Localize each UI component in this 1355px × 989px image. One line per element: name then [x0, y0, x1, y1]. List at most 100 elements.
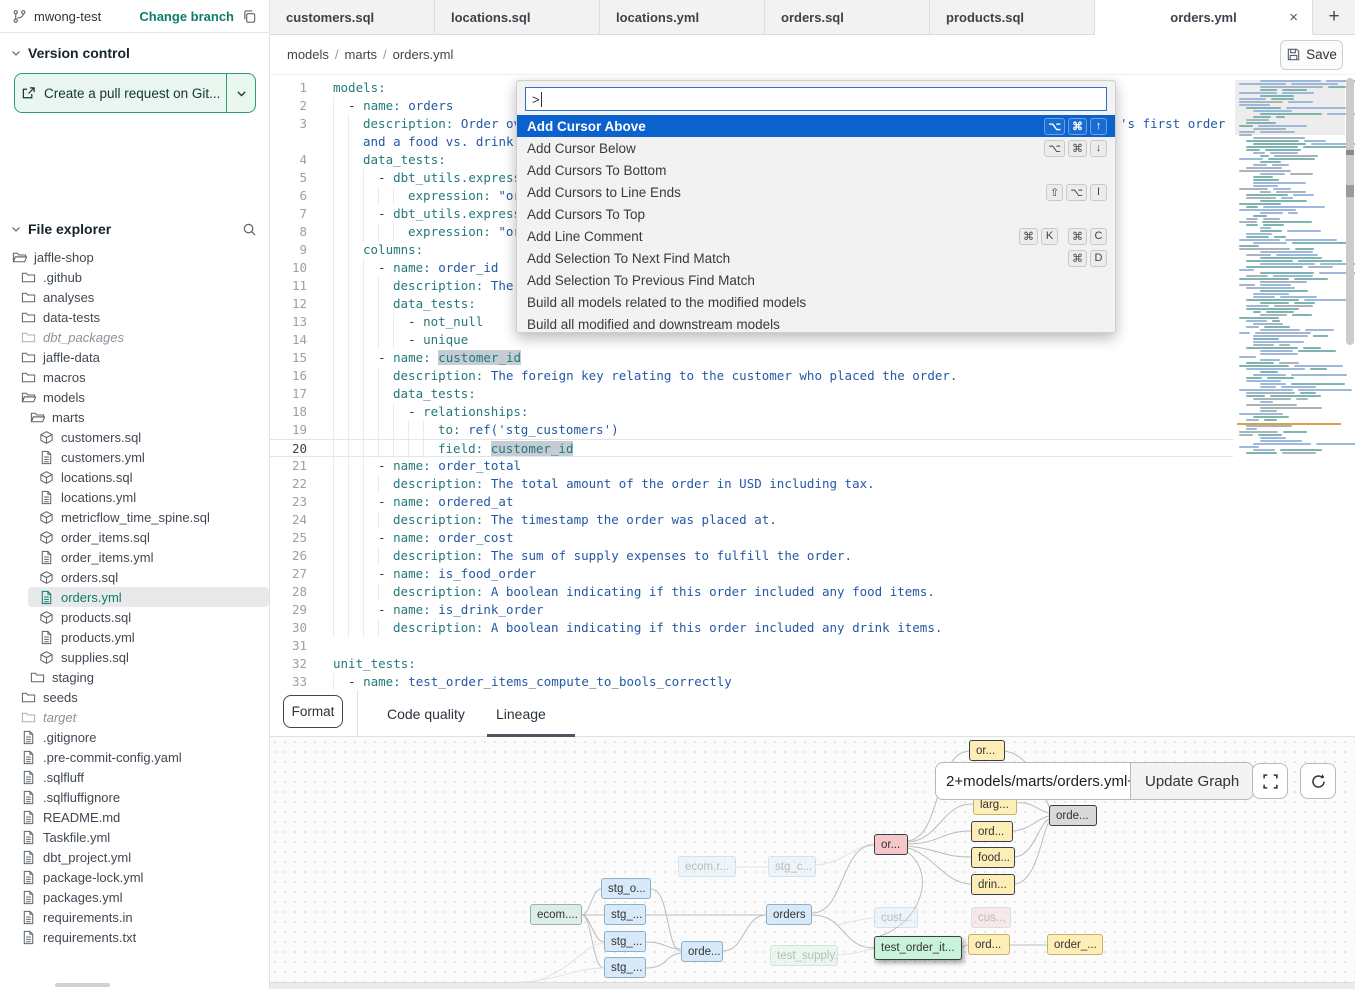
lineage-node-stg-c-[interactable]: stg_c...	[768, 856, 816, 877]
file-tab-customers-sql[interactable]: customers.sql	[270, 0, 435, 35]
code-line-27[interactable]: 27- name: is_food_order	[270, 565, 1233, 583]
update-graph-button[interactable]: Update Graph	[1130, 762, 1254, 800]
command-item-build-all-models-related-to-the-modified-models[interactable]: Build all models related to the modified…	[517, 291, 1115, 313]
refresh-graph-button[interactable]	[1300, 763, 1336, 799]
file-tree-item-customers-sql[interactable]: customers.sql	[0, 427, 269, 447]
command-item-add-cursors-to-bottom[interactable]: Add Cursors To Bottom	[517, 159, 1115, 181]
file-tree-item--sqlfluffignore[interactable]: .sqlfluffignore	[0, 787, 269, 807]
editor-minimap[interactable]	[1235, 80, 1345, 680]
file-tree-item-jaffle-shop[interactable]: jaffle-shop	[0, 247, 269, 267]
lineage-node-ord-[interactable]: ord...	[971, 821, 1013, 842]
breadcrumb-part[interactable]: orders.yml	[393, 47, 454, 62]
file-tree-item-packages-yml[interactable]: packages.yml	[0, 887, 269, 907]
command-item-build-all-modified-and-downstream-models[interactable]: Build all modified and downstream models	[517, 313, 1115, 335]
file-tree-item-order-items-sql[interactable]: order_items.sql	[0, 527, 269, 547]
file-tree-item-requirements-in[interactable]: requirements.in	[0, 907, 269, 927]
code-line-23[interactable]: 23- name: ordered_at	[270, 493, 1233, 511]
code-line-15[interactable]: 15- name: customer_id	[270, 349, 1233, 367]
command-item-add-cursors-to-top[interactable]: Add Cursors To Top	[517, 203, 1115, 225]
file-tab-products-sql[interactable]: products.sql	[930, 0, 1095, 35]
bottom-scrollbar-strip[interactable]	[270, 982, 1355, 989]
tab-lineage[interactable]: Lineage	[496, 690, 546, 737]
code-line-21[interactable]: 21- name: order_total	[270, 457, 1233, 475]
code-line-22[interactable]: 22description: The total amount of the o…	[270, 475, 1233, 493]
file-explorer-header[interactable]: File explorer	[0, 209, 269, 245]
file-tree-item-macros[interactable]: macros	[0, 367, 269, 387]
code-line-18[interactable]: 18- relationships:	[270, 403, 1233, 421]
command-item-add-selection-to-previous-find-match[interactable]: Add Selection To Previous Find Match	[517, 269, 1115, 291]
change-branch-link[interactable]: Change branch	[139, 9, 234, 24]
file-tree-item--pre-commit-config-yaml[interactable]: .pre-commit-config.yaml	[0, 747, 269, 767]
lineage-node-test-order-it-[interactable]: test_order_it...	[874, 936, 962, 960]
file-tree-item-orders-yml[interactable]: orders.yml	[28, 587, 269, 607]
lineage-node-or-[interactable]: or...	[969, 740, 1005, 761]
pr-button-dropdown[interactable]	[227, 74, 255, 112]
create-pull-request-button[interactable]: Create a pull request on Git...	[14, 73, 256, 113]
code-line-28[interactable]: 28description: A boolean indicating if t…	[270, 583, 1233, 601]
file-tree-item-requirements-txt[interactable]: requirements.txt	[0, 927, 269, 947]
code-line-25[interactable]: 25- name: order_cost	[270, 529, 1233, 547]
file-tab-orders-yml[interactable]: orders.yml×	[1095, 0, 1313, 35]
file-tab-locations-sql[interactable]: locations.sql	[435, 0, 600, 35]
lineage-node-orde-[interactable]: orde...	[681, 941, 723, 962]
code-editor[interactable]: 1models:2- name: orders3description: Ord…	[270, 75, 1355, 690]
file-tree-item-staging[interactable]: staging	[0, 667, 269, 687]
code-line-17[interactable]: 17data_tests:	[270, 385, 1233, 403]
file-tree-item-models[interactable]: models	[0, 387, 269, 407]
editor-vscrollbar[interactable]	[1345, 75, 1355, 690]
lineage-node-ecom-r-[interactable]: ecom.r...	[678, 856, 736, 877]
code-line-24[interactable]: 24description: The timestamp the order w…	[270, 511, 1233, 529]
lineage-node-food-[interactable]: food...	[971, 847, 1015, 868]
file-tree-item--gitignore[interactable]: .gitignore	[0, 727, 269, 747]
file-tab-locations-yml[interactable]: locations.yml	[600, 0, 765, 35]
file-tree-item-products-sql[interactable]: products.sql	[0, 607, 269, 627]
file-tree-item-dbt-packages[interactable]: dbt_packages	[0, 327, 269, 347]
file-tree-item-customers-yml[interactable]: customers.yml	[0, 447, 269, 467]
code-line-33[interactable]: 33- name: test_order_items_compute_to_bo…	[270, 673, 1233, 690]
graph-selector-input[interactable]: 2+models/marts/orders.yml+	[935, 762, 1130, 800]
lineage-node-cust-[interactable]: cust...	[874, 907, 918, 928]
lineage-node-cus-[interactable]: cus...	[971, 907, 1011, 928]
file-tree-item-analyses[interactable]: analyses	[0, 287, 269, 307]
lineage-node-stg-[interactable]: stg_...	[604, 904, 646, 925]
file-tree-item-package-lock-yml[interactable]: package-lock.yml	[0, 867, 269, 887]
file-tree-item-taskfile-yml[interactable]: Taskfile.yml	[0, 827, 269, 847]
format-button[interactable]: Format	[283, 695, 343, 728]
fullscreen-button[interactable]	[1252, 763, 1288, 799]
sidebar-hscrollbar[interactable]	[55, 983, 110, 987]
lineage-node-orde-[interactable]: orde...	[1049, 805, 1097, 826]
file-tree-item-seeds[interactable]: seeds	[0, 687, 269, 707]
lineage-node-stg-[interactable]: stg_...	[604, 957, 646, 978]
code-line-20[interactable]: 20field: customer_id	[270, 439, 1233, 457]
file-tree-item--github[interactable]: .github	[0, 267, 269, 287]
file-tree-item-dbt-project-yml[interactable]: dbt_project.yml	[0, 847, 269, 867]
lineage-canvas[interactable]: ecom....stg_o...stg_...stg_...stg_...ord…	[270, 737, 1355, 982]
command-item-add-selection-to-next-find-match[interactable]: Add Selection To Next Find Match⌘D	[517, 247, 1115, 269]
file-tree-item-jaffle-data[interactable]: jaffle-data	[0, 347, 269, 367]
lineage-node-order-[interactable]: order_...	[1047, 934, 1103, 955]
breadcrumb-part[interactable]: models	[287, 47, 329, 62]
copy-branch-icon[interactable]	[242, 9, 257, 24]
command-item-add-cursors-to-line-ends[interactable]: Add Cursors to Line Ends⇧⌥I	[517, 181, 1115, 203]
lineage-node-ecom-[interactable]: ecom....	[530, 904, 582, 925]
breadcrumb-part[interactable]: marts	[345, 47, 378, 62]
code-line-26[interactable]: 26description: The sum of supply expense…	[270, 547, 1233, 565]
tab-code-quality[interactable]: Code quality	[387, 690, 465, 737]
file-tree-item-metricflow-time-spine-sql[interactable]: metricflow_time_spine.sql	[0, 507, 269, 527]
file-tree-item-locations-sql[interactable]: locations.sql	[0, 467, 269, 487]
lineage-node-or-[interactable]: or...	[874, 834, 908, 855]
lineage-node-drin-[interactable]: drin...	[971, 874, 1015, 895]
search-icon[interactable]	[242, 222, 257, 237]
lineage-node-test-supply-[interactable]: test_supply...	[770, 945, 838, 966]
save-button[interactable]: Save	[1280, 40, 1343, 70]
file-tree-item--sqlfluff[interactable]: .sqlfluff	[0, 767, 269, 787]
command-item-add-cursor-below[interactable]: Add Cursor Below⌥⌘↓	[517, 137, 1115, 159]
command-item-add-line-comment[interactable]: Add Line Comment⌘K⌘C	[517, 225, 1115, 247]
file-tree-item-readme-md[interactable]: README.md	[0, 807, 269, 827]
command-palette-input[interactable]: >	[525, 87, 1107, 111]
code-line-31[interactable]: 31	[270, 637, 1233, 655]
file-tree-item-data-tests[interactable]: data-tests	[0, 307, 269, 327]
file-tree-item-locations-yml[interactable]: locations.yml	[0, 487, 269, 507]
file-tree-item-supplies-sql[interactable]: supplies.sql	[0, 647, 269, 667]
command-item-add-cursor-above[interactable]: Add Cursor Above⌥⌘↑	[517, 115, 1115, 137]
